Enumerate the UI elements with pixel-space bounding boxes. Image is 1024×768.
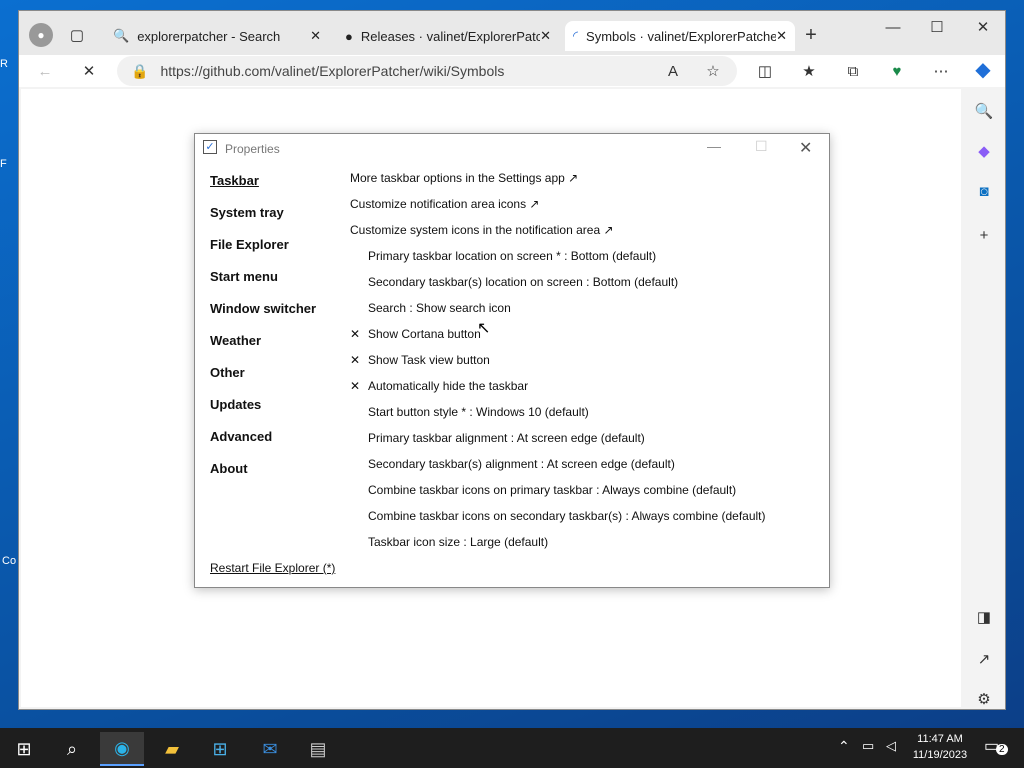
- outlook-icon[interactable]: ◙: [972, 179, 996, 203]
- system-icons-link[interactable]: Customize system icons in the notificati…: [350, 223, 614, 237]
- nav-start-menu[interactable]: Start menu: [210, 269, 278, 284]
- dialog-title: Properties: [225, 142, 280, 156]
- notification-icons-link[interactable]: Customize notification area icons ↗: [350, 197, 539, 211]
- copilot-icon[interactable]: ◆: [971, 57, 995, 81]
- nav-taskbar[interactable]: Taskbar: [210, 173, 259, 188]
- chevron-up-icon[interactable]: ⌃: [838, 738, 850, 755]
- folder-icon[interactable]: ▰: [150, 732, 194, 766]
- properties-dialog: ✓ Properties — ☐ ✕ Taskbar System tray F…: [194, 133, 830, 588]
- maximize-icon: ☐: [755, 138, 768, 154]
- nav-system-tray[interactable]: System tray: [210, 205, 284, 220]
- desktop-edge-label: R: [0, 58, 8, 70]
- nav-updates[interactable]: Updates: [210, 397, 261, 412]
- maximize-icon[interactable]: ☐: [925, 15, 949, 39]
- collections-icon[interactable]: ⧉: [841, 59, 865, 83]
- tab-strip: ● ▢ 🔍 explorerpatcher - Search ✕ ● Releases…: [19, 11, 1005, 55]
- option-primary-alignment[interactable]: Primary taskbar alignment : At screen ed…: [368, 431, 645, 445]
- close-icon[interactable]: ✕: [799, 138, 812, 158]
- clock-date[interactable]: 11/19/2023: [908, 749, 972, 761]
- mouse-cursor-icon: ↖: [477, 320, 491, 337]
- tab-actions-icon[interactable]: ▢: [65, 23, 89, 47]
- external-link-icon[interactable]: ↗: [972, 647, 996, 671]
- check-cortana-icon: ✕: [350, 327, 361, 341]
- address-bar-row: ← ✕ 🔒 https://github.com/valinet/Explorer…: [19, 55, 1005, 87]
- option-task-view[interactable]: Show Task view button: [368, 353, 490, 367]
- close-tab-icon[interactable]: ✕: [310, 28, 321, 44]
- check-taskview-icon: ✕: [350, 353, 361, 367]
- option-secondary-location[interactable]: Secondary taskbar(s) location on screen …: [368, 275, 678, 289]
- properties-app-icon[interactable]: ▤: [296, 732, 340, 766]
- close-tab-icon[interactable]: ✕: [776, 28, 787, 44]
- option-primary-location[interactable]: Primary taskbar location on screen * : B…: [368, 249, 656, 263]
- sidebar: 🔍 ◆ ◙ + ◨ ↗ ⚙: [965, 89, 1003, 708]
- start-windows-icon[interactable]: ⊞: [2, 732, 46, 766]
- notification-badge: 2: [996, 744, 1008, 755]
- more-icon[interactable]: ⋯: [929, 59, 953, 83]
- shopping-icon[interactable]: ◆: [972, 139, 996, 163]
- nav-other[interactable]: Other: [210, 365, 245, 380]
- option-secondary-alignment[interactable]: Secondary taskbar(s) alignment : At scre…: [368, 457, 675, 471]
- profile-avatar-icon[interactable]: ●: [29, 23, 53, 47]
- address-bar[interactable]: 🔒 https://github.com/valinet/ExplorerPatc…: [117, 56, 737, 86]
- option-start-style[interactable]: Start button style * : Windows 10 (defau…: [368, 405, 589, 419]
- option-search[interactable]: Search : Show search icon: [368, 301, 511, 315]
- option-cortana[interactable]: Show Cortana button: [368, 327, 481, 341]
- nav-weather[interactable]: Weather: [210, 333, 261, 348]
- sidebar-toggle-icon[interactable]: ◨: [972, 605, 996, 629]
- option-icon-size[interactable]: Taskbar icon size : Large (default): [368, 535, 548, 549]
- volume-muted-icon[interactable]: ◁: [886, 738, 896, 754]
- app-icon: ✓: [203, 140, 217, 154]
- gear-icon[interactable]: ⚙: [972, 687, 996, 711]
- search-icon: 🔍: [113, 28, 130, 43]
- new-tab-icon[interactable]: +: [799, 23, 823, 47]
- nav-about[interactable]: About: [210, 461, 248, 476]
- close-window-icon[interactable]: ✕: [971, 15, 995, 39]
- read-aloud-icon[interactable]: A: [661, 59, 685, 83]
- clock-time[interactable]: 11:47 AM: [912, 733, 968, 745]
- settings-app-link[interactable]: More taskbar options in the Settings app…: [350, 171, 578, 185]
- check-autohide-icon: ✕: [350, 379, 361, 393]
- nav-window-switcher[interactable]: Window switcher: [210, 301, 316, 316]
- mail-icon[interactable]: ✉: [248, 732, 292, 766]
- github-icon: ●: [345, 28, 353, 44]
- nav-file-explorer[interactable]: File Explorer: [210, 237, 289, 252]
- nav-advanced[interactable]: Advanced: [210, 429, 272, 444]
- tab-releases[interactable]: ●Releases · valinet/ExplorerPatcher✕: [337, 21, 559, 51]
- add-icon[interactable]: +: [972, 223, 996, 247]
- search-icon[interactable]: 🔍: [972, 99, 996, 123]
- option-autohide[interactable]: Automatically hide the taskbar: [368, 379, 528, 393]
- lock-icon: 🔒: [131, 62, 149, 79]
- option-combine-secondary[interactable]: Combine taskbar icons on secondary taskb…: [368, 509, 766, 523]
- minimize-icon[interactable]: —: [881, 15, 905, 39]
- network-icon[interactable]: ▭: [862, 738, 874, 754]
- minimize-icon[interactable]: —: [707, 138, 721, 154]
- desktop-edge-label: F: [0, 158, 7, 170]
- tab-symbols[interactable]: ◜ Symbols · valinet/ExplorerPatcher ✕: [565, 21, 795, 51]
- split-screen-icon[interactable]: ◫: [753, 59, 777, 83]
- tab-search[interactable]: 🔍 explorerpatcher - Search ✕: [105, 21, 329, 51]
- browser-essentials-icon[interactable]: ♥: [885, 59, 909, 83]
- search-icon[interactable]: ⌕: [50, 732, 94, 766]
- edge-icon[interactable]: ◉: [100, 732, 144, 766]
- store-icon[interactable]: ⊞: [198, 732, 242, 766]
- favorite-star-icon[interactable]: ☆: [701, 59, 725, 83]
- restart-explorer-link[interactable]: Restart File Explorer (*): [210, 561, 335, 575]
- option-combine-primary[interactable]: Combine taskbar icons on primary taskbar…: [368, 483, 736, 497]
- stop-loading-icon[interactable]: ✕: [77, 59, 101, 83]
- taskbar: ⊞ ⌕ ◉ ▰ ⊞ ✉ ▤ ⌃ ▭ ◁ 11:47 AM 11/19/2023 …: [0, 728, 1024, 768]
- url-text: https://github.com/valinet/ExplorerPatch…: [160, 63, 505, 79]
- favorites-icon[interactable]: ★: [797, 59, 821, 83]
- close-tab-icon[interactable]: ✕: [540, 28, 551, 44]
- back-icon[interactable]: ←: [33, 59, 57, 83]
